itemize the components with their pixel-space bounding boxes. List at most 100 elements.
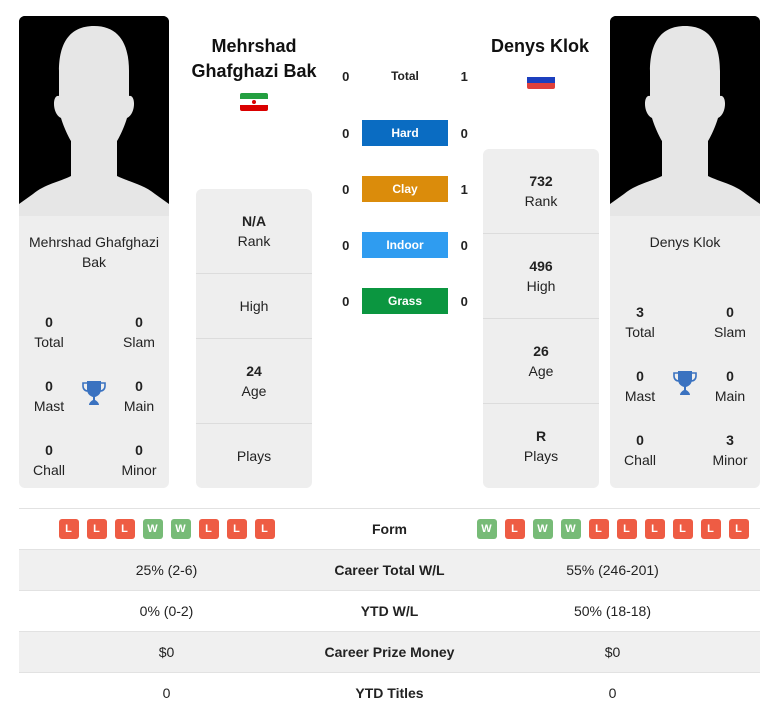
right-player-name[interactable]: Denys Klok [470,34,610,59]
form-label: Form [372,521,407,537]
form-loss-badge[interactable]: L [700,519,721,539]
left-player-card-name: Mehrshad Ghafghazi Bak [29,234,159,270]
form-win-badge[interactable]: W [170,519,191,539]
left-stat-plays-label: Plays [236,448,272,464]
prize-money-right: $0 [604,644,621,660]
h2h-hard-left: 0 [342,125,350,141]
right-titles-slam: 0 Slam [700,302,760,342]
ytd-titles-left: 0 [162,685,171,701]
left-titles-minor: 0 Minor [109,440,169,480]
form-loss-badge[interactable]: L [86,519,107,539]
left-stat-plays: Plays [196,424,312,488]
right-player-card: Denys Klok 3 Total 0 Slam 0 Mast 0 Main 0 Cha… [610,16,760,488]
h2h-row-total: 0 Total 1 [330,63,480,89]
right-stat-age-label: Age [528,363,554,379]
right-titles-total-value: 3 [636,304,644,320]
h2h-hard-right: 0 [460,125,468,141]
right-titles-minor: 3 Minor [700,430,760,470]
h2h-indoor-right: 0 [460,237,468,253]
form-loss-badge[interactable]: L [672,519,693,539]
left-stats-column: N/A Rank High 24 Age Plays [196,189,312,488]
player-silhouette-icon [19,16,169,216]
right-player-photo [610,16,760,216]
left-stat-age: 24 Age [196,339,312,424]
left-stat-rank-value: N/A [241,213,267,229]
right-titles-main: 0 Main [700,366,760,406]
right-titles-total-label: Total [625,324,655,340]
right-player-card-name: Denys Klok [649,234,721,250]
right-stat-plays: R Plays [483,404,599,488]
right-stat-high-value: 496 [529,258,553,274]
form-loss-badge[interactable]: L [588,519,609,539]
right-titles-slam-value: 0 [726,304,734,320]
left-player-name-line1: Mehrshad [211,36,297,56]
table-row: 0 YTD Titles 0 [19,672,760,713]
trophy-icon [673,371,697,395]
trophy-icon [82,381,106,405]
form-loss-badge[interactable]: L [254,519,275,539]
prize-money-left: $0 [158,644,175,660]
right-stat-rank: 732 Rank [483,149,599,234]
right-titles-mast-value: 0 [636,368,644,384]
career-wl-left: 25% (2-6) [135,562,198,578]
left-titles-grid: 0 Total 0 Slam 0 Mast 0 Main 0 Chall 0 Minor [19,276,169,478]
right-titles-total: 3 Total [610,302,670,342]
career-wl-label: Career Total W/L [334,562,445,578]
right-titles-chall-value: 0 [636,432,644,448]
form-win-badge[interactable]: W [476,519,497,539]
form-win-badge[interactable]: W [560,519,581,539]
iran-flag-icon [240,93,268,111]
right-stat-plays-value: R [535,428,547,444]
left-titles-total: 0 Total [19,312,79,352]
right-stat-high-label: High [526,278,556,294]
h2h-total-right: 1 [460,68,468,84]
form-win-badge[interactable]: W [142,519,163,539]
left-stat-rank-label: Rank [237,233,271,249]
form-loss-badge[interactable]: L [114,519,135,539]
h2h-clay-left: 0 [342,181,350,197]
ytd-titles-right: 0 [608,685,617,701]
russia-flag-icon [527,71,555,89]
form-loss-badge[interactable]: L [504,519,525,539]
h2h-grass-right: 0 [460,293,468,309]
surface-grass-badge[interactable]: Grass [361,288,449,314]
form-loss-badge[interactable]: L [198,519,219,539]
h2h-indoor-left: 0 [342,237,350,253]
h2h-row-grass: 0 Grass 0 [330,288,480,314]
ytd-wl-label: YTD W/L [360,603,419,619]
table-row: $0 Career Prize Money $0 [19,631,760,672]
left-player-name-line2: Ghafghazi Bak [191,61,317,81]
surface-clay-badge[interactable]: Clay [361,176,449,202]
form-row: LLLWWLLL Form WLWWLLLLLL [19,508,760,549]
form-loss-badge[interactable]: L [644,519,665,539]
form-loss-badge[interactable]: L [728,519,749,539]
form-loss-badge[interactable]: L [616,519,637,539]
left-titles-mast-value: 0 [45,378,53,394]
surface-indoor-badge[interactable]: Indoor [361,232,449,258]
left-titles-mast: 0 Mast [19,376,79,416]
left-titles-main-value: 0 [135,378,143,394]
right-stat-rank-value: 732 [529,173,553,189]
right-titles-chall-label: Chall [624,452,656,468]
left-stat-age-label: Age [241,383,267,399]
right-titles-slam-label: Slam [714,324,746,340]
left-titles-chall-value: 0 [45,442,53,458]
form-win-badge[interactable]: W [532,519,553,539]
form-loss-badge[interactable]: L [58,519,79,539]
ytd-titles-label: YTD Titles [355,685,424,701]
h2h-total-label: Total [391,69,419,83]
left-titles-minor-value: 0 [135,442,143,458]
surface-hard-badge[interactable]: Hard [361,120,449,146]
right-titles-chall: 0 Chall [610,430,670,470]
right-titles-grid: 3 Total 0 Slam 0 Mast 0 Main 0 Chall 3 Minor [610,276,760,476]
h2h-row-clay: 0 Clay 1 [330,176,480,202]
h2h-clay-right: 1 [460,181,468,197]
left-stat-rank: N/A Rank [196,189,312,274]
left-titles-mast-label: Mast [33,398,65,414]
left-player-name[interactable]: Mehrshad Ghafghazi Bak [182,34,326,84]
left-titles-chall: 0 Chall [19,440,79,480]
left-titles-main-label: Main [123,398,155,414]
left-stat-age-value: 24 [246,363,262,379]
left-stat-high: High [196,274,312,339]
form-loss-badge[interactable]: L [226,519,247,539]
